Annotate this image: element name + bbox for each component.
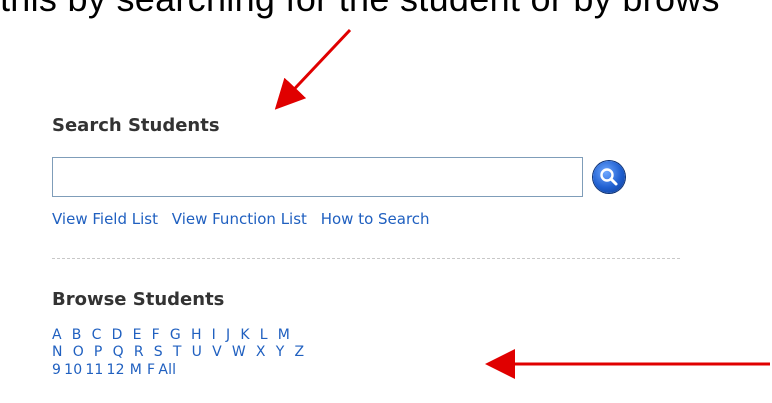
browse-letter-n[interactable]: N [52, 344, 63, 360]
browse-letter-h[interactable]: H [191, 327, 202, 343]
browse-letter-t[interactable]: T [173, 344, 182, 360]
section-divider [52, 258, 680, 259]
browse-gender-m[interactable]: M [130, 362, 142, 378]
browse-students-title: Browse Students [52, 289, 225, 310]
browse-letter-w[interactable]: W [232, 344, 246, 360]
browse-letter-i[interactable]: I [212, 327, 216, 343]
search-links: View Field List View Function List How t… [52, 210, 439, 228]
how-to-search-link[interactable]: How to Search [321, 210, 430, 228]
browse-letter-p[interactable]: P [94, 344, 103, 360]
browse-letter-v[interactable]: V [212, 344, 222, 360]
browse-letter-z[interactable]: Z [294, 344, 304, 360]
browse-letter-a[interactable]: A [52, 327, 62, 343]
browse-letter-m[interactable]: M [278, 327, 290, 343]
arrow-to-search-title [274, 28, 352, 110]
browse-letter-c[interactable]: C [92, 327, 102, 343]
browse-gender-f[interactable]: F [147, 362, 155, 378]
browse-letter-f[interactable]: F [152, 327, 160, 343]
view-function-list-link[interactable]: View Function List [172, 210, 307, 228]
search-button[interactable] [593, 161, 625, 193]
browse-letter-o[interactable]: O [73, 344, 84, 360]
browse-grade-9[interactable]: 9 [52, 362, 61, 378]
browse-letter-u[interactable]: U [192, 344, 202, 360]
browse-letter-d[interactable]: D [112, 327, 123, 343]
browse-letter-g[interactable]: G [170, 327, 181, 343]
browse-letter-x[interactable]: X [256, 344, 266, 360]
browse-letter-l[interactable]: L [260, 327, 268, 343]
browse-letter-y[interactable]: Y [276, 344, 285, 360]
magnifier-icon [600, 168, 618, 186]
browse-letter-q[interactable]: Q [113, 344, 124, 360]
caption-text: this by searching for the student or by … [0, 0, 720, 20]
browse-row-grades-gender: 9 10 11 12 M F All [52, 362, 181, 378]
browse-all[interactable]: All [158, 362, 176, 378]
browse-letter-k[interactable]: K [240, 327, 249, 343]
browse-letter-b[interactable]: B [72, 327, 82, 343]
browse-row-n-z: NOPQRSTUVWXYZ [52, 344, 314, 360]
view-field-list-link[interactable]: View Field List [52, 210, 158, 228]
browse-letter-j[interactable]: J [226, 327, 230, 343]
browse-letter-r[interactable]: R [134, 344, 144, 360]
search-input[interactable] [52, 157, 583, 197]
browse-grade-10[interactable]: 10 [64, 362, 82, 378]
browse-grade-12[interactable]: 12 [107, 362, 125, 378]
browse-row-a-m: ABCDEFGHIJKLM [52, 327, 300, 343]
browse-letter-s[interactable]: S [154, 344, 163, 360]
browse-grade-11[interactable]: 11 [85, 362, 103, 378]
search-students-title: Search Students [52, 115, 220, 136]
browse-letter-e[interactable]: E [133, 327, 142, 343]
